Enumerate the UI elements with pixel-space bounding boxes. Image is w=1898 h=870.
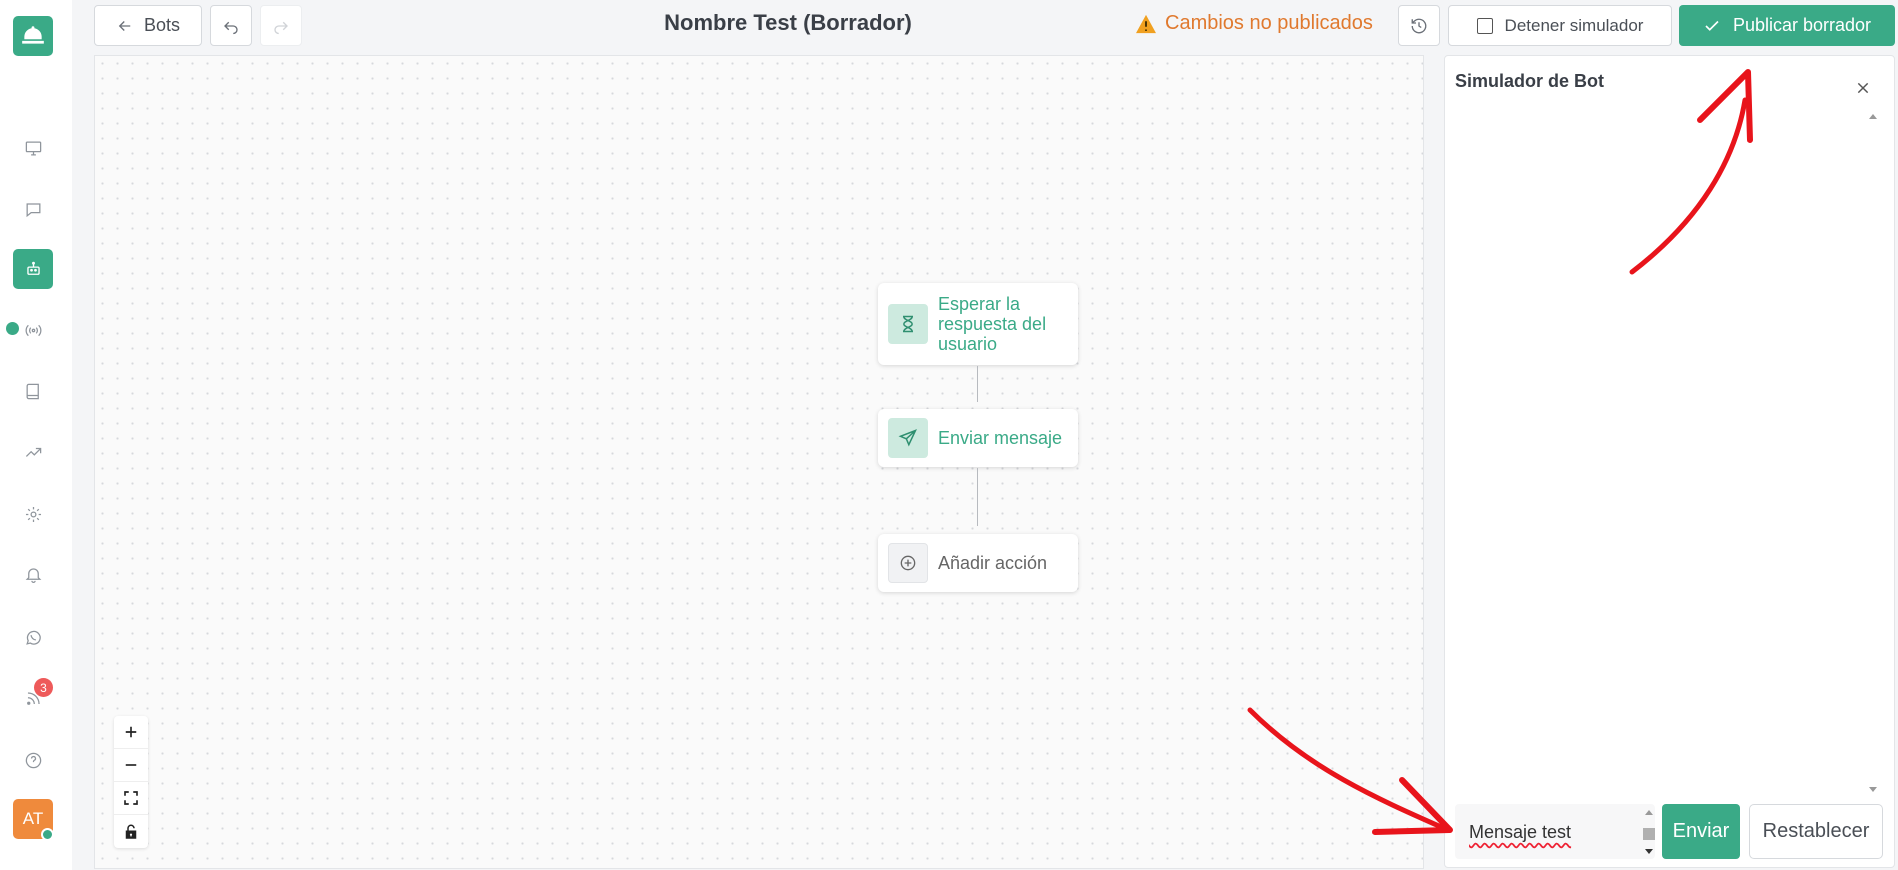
check-icon xyxy=(1705,20,1719,31)
sidebar-item-bots[interactable] xyxy=(13,249,53,289)
undo-icon xyxy=(224,21,238,34)
broadcast-icon xyxy=(25,324,41,336)
undo-button[interactable] xyxy=(210,5,252,46)
zoom-controls xyxy=(114,716,148,848)
fullscreen-icon xyxy=(124,791,138,805)
bell-icon xyxy=(25,567,41,583)
sidebar-item-help[interactable] xyxy=(13,740,53,780)
unpublished-changes-label: Cambios no publicados xyxy=(1165,12,1373,34)
simulator-title: Simulador de Bot xyxy=(1455,71,1605,91)
simulator-scrollbar[interactable] xyxy=(1866,108,1880,798)
flow-node-add-action[interactable]: Añadir acción xyxy=(878,534,1078,592)
zoom-out-button[interactable] xyxy=(114,749,148,782)
book-icon xyxy=(26,383,39,399)
flow-canvas[interactable]: Esperar la respuesta del usuario Enviar … xyxy=(94,55,1424,869)
online-status-dot xyxy=(41,828,54,841)
lock-icon xyxy=(125,824,137,839)
redo-icon xyxy=(274,21,288,34)
gear-icon xyxy=(25,506,41,522)
whatsapp-icon xyxy=(25,630,41,645)
sidebar-item-broadcast[interactable] xyxy=(13,310,53,350)
notification-badge: 3 xyxy=(34,678,53,697)
back-button-label: Bots xyxy=(143,15,181,35)
sidebar-item-chat[interactable] xyxy=(13,189,53,229)
stop-simulator-label: Detener simulador xyxy=(1504,15,1644,35)
unpublished-changes-status: Cambios no publicados xyxy=(1135,12,1373,35)
send-icon xyxy=(888,418,928,458)
close-icon xyxy=(1857,82,1869,94)
zoom-in-button[interactable] xyxy=(114,716,148,749)
close-simulator-button[interactable] xyxy=(1851,76,1875,100)
history-button[interactable] xyxy=(1398,5,1440,46)
publish-draft-label: Publicar borrador xyxy=(1732,15,1872,35)
input-scrollbar[interactable] xyxy=(1641,808,1657,856)
hourglass-icon xyxy=(888,304,928,344)
bot-simulator-panel: Simulador de Bot Mensaje test Enviar Res… xyxy=(1444,55,1895,868)
plus-icon xyxy=(125,726,137,738)
trending-icon xyxy=(25,447,41,457)
reset-button[interactable]: Restablecer xyxy=(1749,804,1883,859)
flow-node-send-message[interactable]: Enviar mensaje xyxy=(878,409,1078,467)
sidebar-item-notifications[interactable] xyxy=(13,554,53,594)
page-title: Nombre Test (Borrador) xyxy=(664,10,912,35)
bot-icon xyxy=(26,261,40,275)
chat-icon xyxy=(26,202,40,217)
sidebar-item-monitor[interactable] xyxy=(13,128,53,168)
help-icon xyxy=(25,752,41,768)
history-icon xyxy=(1411,18,1427,33)
redo-button[interactable] xyxy=(260,5,302,46)
sidebar-item-book[interactable] xyxy=(13,371,53,411)
topbar: Bots Nombre Test (Borrador) Cambios no p… xyxy=(72,0,1898,54)
flow-node-label: Añadir acción xyxy=(938,553,1048,573)
plus-circle-icon xyxy=(888,543,928,583)
lock-button[interactable] xyxy=(114,815,148,848)
test-message-value: Mensaje test xyxy=(1469,822,1572,842)
checkbox-icon xyxy=(1476,17,1493,34)
flow-node-wait-response[interactable]: Esperar la respuesta del usuario xyxy=(878,283,1078,365)
arrow-left-icon xyxy=(118,20,131,31)
sidebar-item-whatsapp[interactable] xyxy=(13,617,53,657)
minus-icon xyxy=(125,764,137,766)
bell-logo-icon xyxy=(22,26,44,44)
logo[interactable] xyxy=(13,16,53,56)
sidebar: 3 AT xyxy=(0,0,72,870)
sidebar-item-settings[interactable] xyxy=(13,494,53,534)
back-button[interactable]: Bots xyxy=(94,5,202,46)
flow-connector xyxy=(977,468,978,526)
app: 3 AT Bots Nombre Test (Borrador) Cambios… xyxy=(0,0,1898,870)
flow-connector xyxy=(977,366,978,402)
test-message-input[interactable]: Mensaje test xyxy=(1455,804,1655,859)
send-button[interactable]: Enviar xyxy=(1662,804,1740,859)
warning-icon xyxy=(1136,14,1156,33)
flow-node-label: Esperar la respuesta del usuario xyxy=(938,294,1047,354)
stop-simulator-button[interactable]: Detener simulador xyxy=(1448,5,1672,46)
fit-view-button[interactable] xyxy=(114,782,148,815)
publish-draft-button[interactable]: Publicar borrador xyxy=(1679,5,1895,46)
sidebar-item-analytics[interactable] xyxy=(13,432,53,472)
flow-node-label: Enviar mensaje xyxy=(938,428,1063,448)
monitor-icon xyxy=(25,141,41,155)
